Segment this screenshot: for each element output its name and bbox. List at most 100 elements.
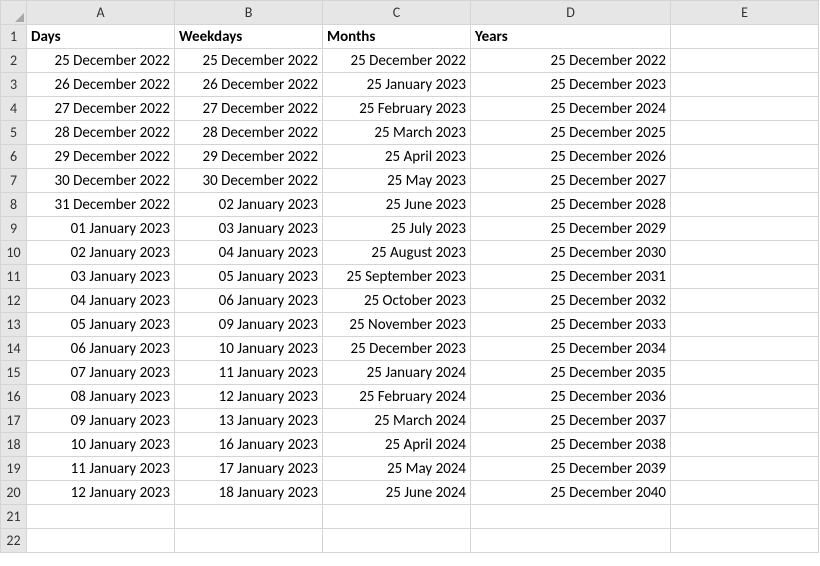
col-header-A[interactable]: A — [27, 1, 175, 25]
cell-D4[interactable]: 25 December 2024 — [471, 97, 671, 121]
cell-C4[interactable]: 25 February 2023 — [323, 97, 471, 121]
cell-E13[interactable] — [671, 313, 819, 337]
row-header[interactable]: 19 — [1, 457, 27, 481]
cell-C3[interactable]: 25 January 2023 — [323, 73, 471, 97]
cell-E10[interactable] — [671, 241, 819, 265]
cell-C5[interactable]: 25 March 2023 — [323, 121, 471, 145]
cell-C8[interactable]: 25 June 2023 — [323, 193, 471, 217]
col-header-B[interactable]: B — [175, 1, 323, 25]
cell-A19[interactable]: 11 January 2023 — [27, 457, 175, 481]
cell-D8[interactable]: 25 December 2028 — [471, 193, 671, 217]
row-header[interactable]: 1 — [1, 25, 27, 49]
cell-A18[interactable]: 10 January 2023 — [27, 433, 175, 457]
cell-B21[interactable] — [175, 505, 323, 529]
row-header[interactable]: 15 — [1, 361, 27, 385]
cell-A13[interactable]: 05 January 2023 — [27, 313, 175, 337]
cell-B15[interactable]: 11 January 2023 — [175, 361, 323, 385]
cell-A16[interactable]: 08 January 2023 — [27, 385, 175, 409]
cell-B12[interactable]: 06 January 2023 — [175, 289, 323, 313]
cell-C13[interactable]: 25 November 2023 — [323, 313, 471, 337]
cell-D13[interactable]: 25 December 2033 — [471, 313, 671, 337]
row-header[interactable]: 6 — [1, 145, 27, 169]
row-header[interactable]: 8 — [1, 193, 27, 217]
cell-E18[interactable] — [671, 433, 819, 457]
cell-A21[interactable] — [27, 505, 175, 529]
cell-A14[interactable]: 06 January 2023 — [27, 337, 175, 361]
row-header[interactable]: 14 — [1, 337, 27, 361]
cell-A11[interactable]: 03 January 2023 — [27, 265, 175, 289]
cell-B6[interactable]: 29 December 2022 — [175, 145, 323, 169]
cell-D6[interactable]: 25 December 2026 — [471, 145, 671, 169]
row-header[interactable]: 22 — [1, 529, 27, 553]
cell-B16[interactable]: 12 January 2023 — [175, 385, 323, 409]
cell-E14[interactable] — [671, 337, 819, 361]
row-header[interactable]: 10 — [1, 241, 27, 265]
row-header[interactable]: 16 — [1, 385, 27, 409]
cell-E7[interactable] — [671, 169, 819, 193]
cell-D10[interactable]: 25 December 2030 — [471, 241, 671, 265]
cell-A6[interactable]: 29 December 2022 — [27, 145, 175, 169]
cell-C16[interactable]: 25 February 2024 — [323, 385, 471, 409]
cell-E4[interactable] — [671, 97, 819, 121]
cell-C20[interactable]: 25 June 2024 — [323, 481, 471, 505]
cell-A4[interactable]: 27 December 2022 — [27, 97, 175, 121]
cell-C1[interactable]: Months — [323, 25, 471, 49]
row-header[interactable]: 3 — [1, 73, 27, 97]
cell-E20[interactable] — [671, 481, 819, 505]
cell-E5[interactable] — [671, 121, 819, 145]
cell-E8[interactable] — [671, 193, 819, 217]
cell-B1[interactable]: Weekdays — [175, 25, 323, 49]
cell-D18[interactable]: 25 December 2038 — [471, 433, 671, 457]
cell-D19[interactable]: 25 December 2039 — [471, 457, 671, 481]
cell-E19[interactable] — [671, 457, 819, 481]
cell-D15[interactable]: 25 December 2035 — [471, 361, 671, 385]
cell-D12[interactable]: 25 December 2032 — [471, 289, 671, 313]
cell-B4[interactable]: 27 December 2022 — [175, 97, 323, 121]
cell-C22[interactable] — [323, 529, 471, 553]
row-header[interactable]: 2 — [1, 49, 27, 73]
row-header[interactable]: 11 — [1, 265, 27, 289]
cell-E22[interactable] — [671, 529, 819, 553]
cell-A5[interactable]: 28 December 2022 — [27, 121, 175, 145]
cell-C15[interactable]: 25 January 2024 — [323, 361, 471, 385]
cell-D1[interactable]: Years — [471, 25, 671, 49]
cell-D3[interactable]: 25 December 2023 — [471, 73, 671, 97]
cell-C12[interactable]: 25 October 2023 — [323, 289, 471, 313]
cell-B18[interactable]: 16 January 2023 — [175, 433, 323, 457]
cell-B22[interactable] — [175, 529, 323, 553]
cell-C21[interactable] — [323, 505, 471, 529]
cell-D7[interactable]: 25 December 2027 — [471, 169, 671, 193]
row-header[interactable]: 13 — [1, 313, 27, 337]
cell-A1[interactable]: Days — [27, 25, 175, 49]
row-header[interactable]: 4 — [1, 97, 27, 121]
cell-A12[interactable]: 04 January 2023 — [27, 289, 175, 313]
cell-E15[interactable] — [671, 361, 819, 385]
cell-D22[interactable] — [471, 529, 671, 553]
row-header[interactable]: 12 — [1, 289, 27, 313]
cell-D20[interactable]: 25 December 2040 — [471, 481, 671, 505]
cell-B20[interactable]: 18 January 2023 — [175, 481, 323, 505]
cell-D17[interactable]: 25 December 2037 — [471, 409, 671, 433]
cell-D2[interactable]: 25 December 2022 — [471, 49, 671, 73]
cell-C10[interactable]: 25 August 2023 — [323, 241, 471, 265]
cell-E16[interactable] — [671, 385, 819, 409]
cell-E17[interactable] — [671, 409, 819, 433]
cell-A22[interactable] — [27, 529, 175, 553]
cell-A7[interactable]: 30 December 2022 — [27, 169, 175, 193]
row-header[interactable]: 17 — [1, 409, 27, 433]
cell-C2[interactable]: 25 December 2022 — [323, 49, 471, 73]
cell-A17[interactable]: 09 January 2023 — [27, 409, 175, 433]
cell-A2[interactable]: 25 December 2022 — [27, 49, 175, 73]
cell-E21[interactable] — [671, 505, 819, 529]
cell-B2[interactable]: 25 December 2022 — [175, 49, 323, 73]
cell-B10[interactable]: 04 January 2023 — [175, 241, 323, 265]
cell-B11[interactable]: 05 January 2023 — [175, 265, 323, 289]
cell-C18[interactable]: 25 April 2024 — [323, 433, 471, 457]
row-header[interactable]: 20 — [1, 481, 27, 505]
cell-B9[interactable]: 03 January 2023 — [175, 217, 323, 241]
cell-C7[interactable]: 25 May 2023 — [323, 169, 471, 193]
cell-E9[interactable] — [671, 217, 819, 241]
cell-D5[interactable]: 25 December 2025 — [471, 121, 671, 145]
row-header[interactable]: 9 — [1, 217, 27, 241]
col-header-D[interactable]: D — [471, 1, 671, 25]
